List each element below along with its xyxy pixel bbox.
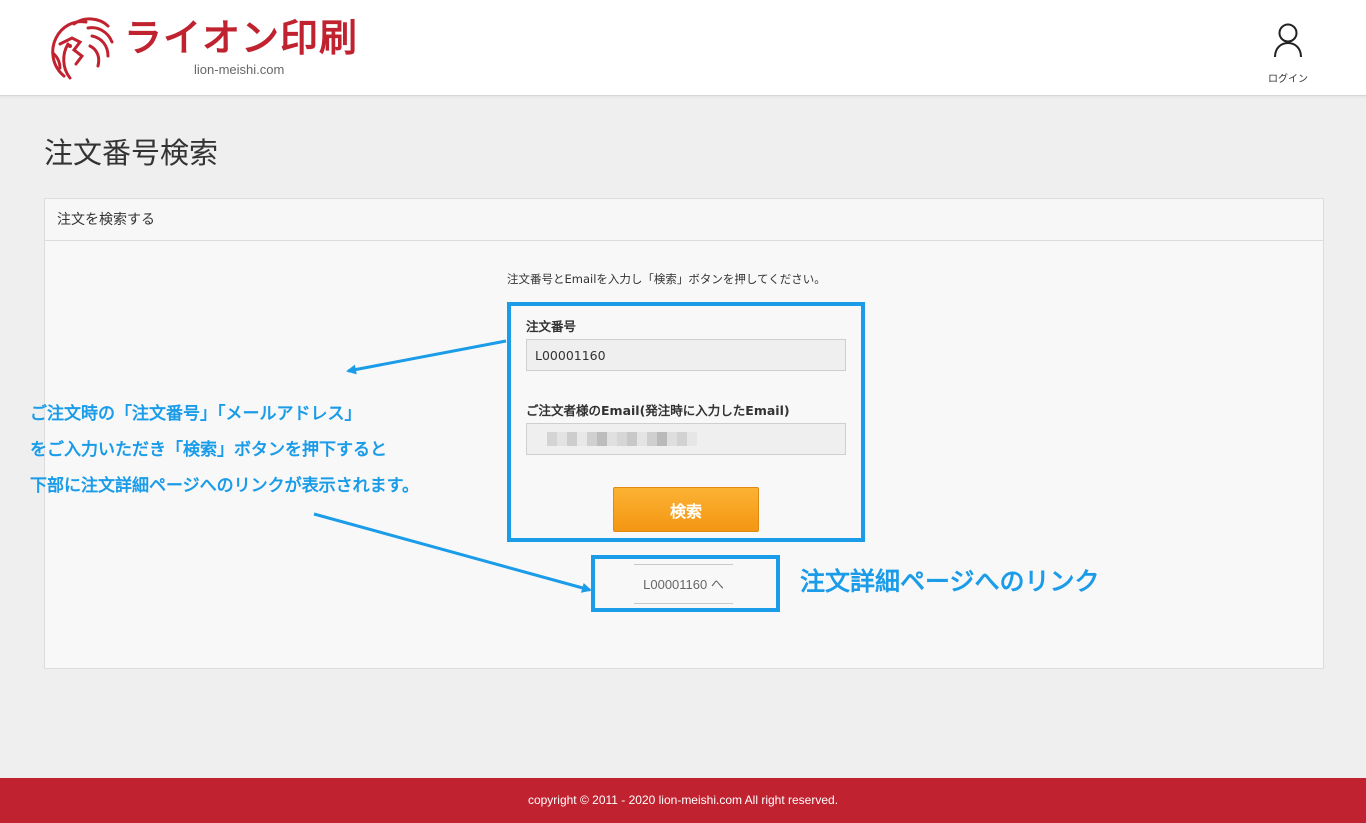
order-number-label: 注文番号 xyxy=(526,319,577,334)
user-icon xyxy=(1274,23,1302,58)
brand-subtitle: lion-meishi.com xyxy=(194,62,285,77)
panel-heading: 注文を検索する xyxy=(45,199,1323,241)
annotation-line: 下部に注文詳細ページへのリンクが表示されます。 xyxy=(30,476,419,496)
login-button[interactable]: ログイン xyxy=(1256,22,1320,88)
site-footer: copyright © 2011 - 2020 lion-meishi.com … xyxy=(0,778,1366,823)
result-box: L00001160 へ xyxy=(591,555,780,612)
page-title: 注文番号検索 xyxy=(44,136,219,170)
link-caption: 注文詳細ページへのリンク xyxy=(800,567,1100,596)
search-button[interactable]: 検索 xyxy=(613,487,759,532)
site-logo[interactable]: ライオン印刷 lion-meishi.com xyxy=(44,14,374,84)
site-header: ライオン印刷 lion-meishi.com ログイン xyxy=(0,0,1366,96)
login-label: ログイン xyxy=(1268,74,1308,85)
email-label: ご注文者様のEmail(発注時に入力したEmail) xyxy=(526,403,790,418)
annotation-text: ご注文時の「注文番号」「メールアドレス」 をご入力いただき「検索」ボタンを押下す… xyxy=(30,396,419,504)
lion-logo-icon xyxy=(51,17,114,80)
email-masked-value xyxy=(547,432,697,446)
search-form: 注文番号 ご注文者様のEmail(発注時に入力したEmail) 検索 xyxy=(507,302,865,542)
instruction-text: 注文番号とEmailを入力し「検索」ボタンを押してください。 xyxy=(507,272,826,286)
brand-title: ライオン印刷 xyxy=(124,16,359,60)
order-number-input[interactable] xyxy=(526,339,846,371)
annotation-line: をご入力いただき「検索」ボタンを押下すると xyxy=(30,440,387,460)
email-input[interactable] xyxy=(526,423,846,455)
order-detail-link[interactable]: L00001160 へ xyxy=(634,564,733,604)
annotation-line: ご注文時の「注文番号」「メールアドレス」 xyxy=(30,404,362,424)
